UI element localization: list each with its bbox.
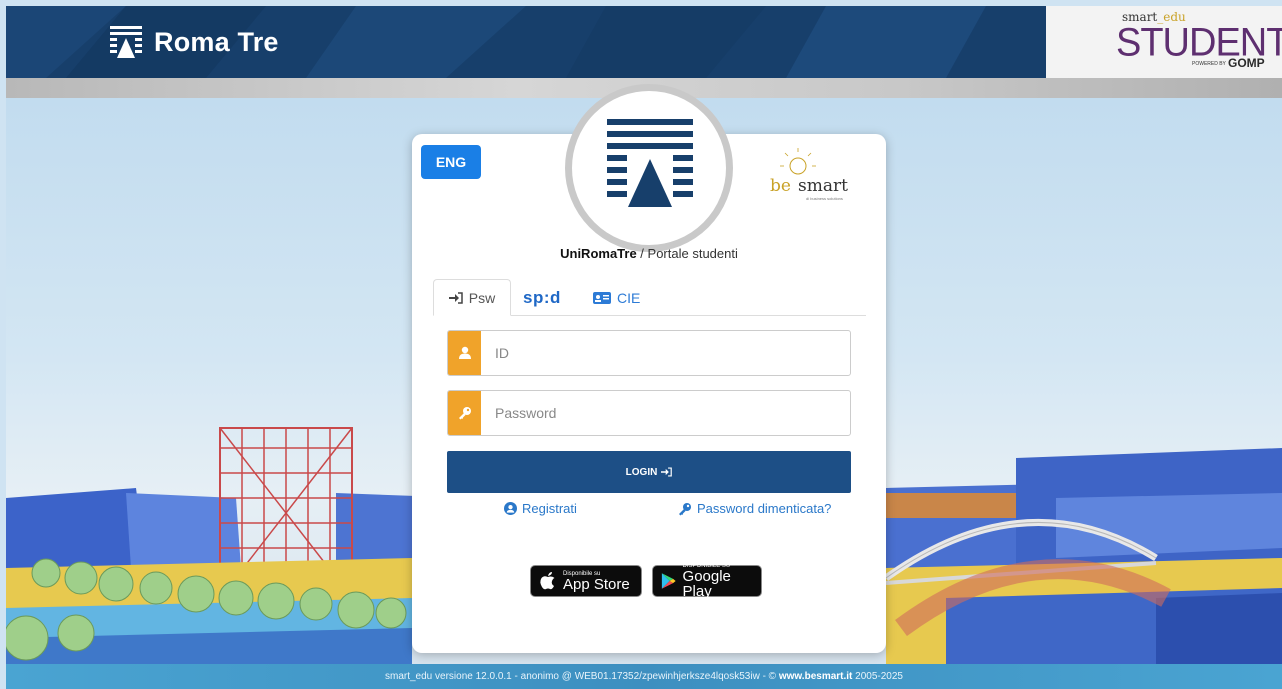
password-addon <box>448 391 481 435</box>
google-play-badge[interactable]: DISPONIBILE SU Google Play <box>652 563 762 600</box>
user-circle-icon <box>504 502 517 515</box>
studenti-brand: smart_edu STUDENTI POWERED BY GOMP <box>1046 6 1282 78</box>
roma-tre-emblem-icon <box>607 119 693 207</box>
sign-in-icon <box>448 291 463 304</box>
google-play-large: Google Play <box>682 568 731 600</box>
language-eng-button[interactable]: ENG <box>421 145 481 179</box>
besmart-tagline: di business solutions <box>806 196 843 201</box>
login-card: ENG be smart di business solutions UniRo… <box>412 84 886 653</box>
sign-in-icon <box>661 467 673 477</box>
user-icon <box>458 346 471 359</box>
footer-version: smart_edu versione 12.0.0.1 - anonimo @ … <box>385 671 779 682</box>
tab-psw-label: Psw <box>468 289 496 306</box>
key-icon <box>679 502 691 515</box>
google-play-icon <box>661 573 676 589</box>
footer: smart_edu versione 12.0.0.1 - anonimo @ … <box>6 664 1282 689</box>
login-button[interactable]: LOGIN <box>447 451 851 493</box>
id-addon <box>448 331 481 375</box>
portal-title: UniRomaTre / Portale studenti <box>412 246 886 261</box>
university-emblem <box>565 84 733 252</box>
app-store-badge[interactable]: Disponibile su App Store <box>530 565 642 597</box>
portal-org: UniRomaTre <box>560 246 637 261</box>
forgot-password-label: Password dimenticata? <box>697 501 832 516</box>
app-store-large: App Store <box>563 575 630 593</box>
tab-psw[interactable]: Psw <box>433 279 511 316</box>
id-field <box>447 330 851 376</box>
login-button-label: LOGIN <box>625 466 658 478</box>
footer-site-link[interactable]: www.besmart.it <box>779 671 853 682</box>
portal-name: Portale studenti <box>647 246 738 261</box>
besmart-be: be <box>770 176 791 196</box>
password-field <box>447 390 851 436</box>
tab-cie-label: CIE <box>617 289 641 306</box>
apple-icon <box>540 572 555 590</box>
tab-cie[interactable]: CIE <box>593 279 640 316</box>
id-card-icon <box>593 291 611 304</box>
powered-by-label: POWERED BY <box>1192 61 1226 67</box>
top-header: Roma Tre smart_edu STUDENTI POWERED BY G… <box>6 6 1282 78</box>
password-input[interactable] <box>481 391 850 435</box>
besmart-logo: be smart di business solutions <box>768 146 868 206</box>
footer-years: 2005-2025 <box>852 671 903 682</box>
login-tabs: Psw sp:d CIE <box>433 279 866 316</box>
portal-separator: / <box>636 246 648 261</box>
roma-tre-logo[interactable]: Roma Tre <box>108 24 279 60</box>
register-label: Registrati <box>522 501 577 516</box>
besmart-smart: smart <box>798 176 848 196</box>
tab-spid[interactable]: sp:d <box>523 279 561 316</box>
tab-spid-label: sp:d <box>523 287 561 307</box>
register-link[interactable]: Registrati <box>504 501 577 516</box>
gomp-label: GOMP <box>1228 56 1265 70</box>
id-input[interactable] <box>481 331 850 375</box>
forgot-password-link[interactable]: Password dimenticata? <box>678 501 831 516</box>
roma-tre-emblem-icon <box>110 26 142 58</box>
key-icon <box>458 407 471 420</box>
roma-tre-title: Roma Tre <box>154 26 279 57</box>
